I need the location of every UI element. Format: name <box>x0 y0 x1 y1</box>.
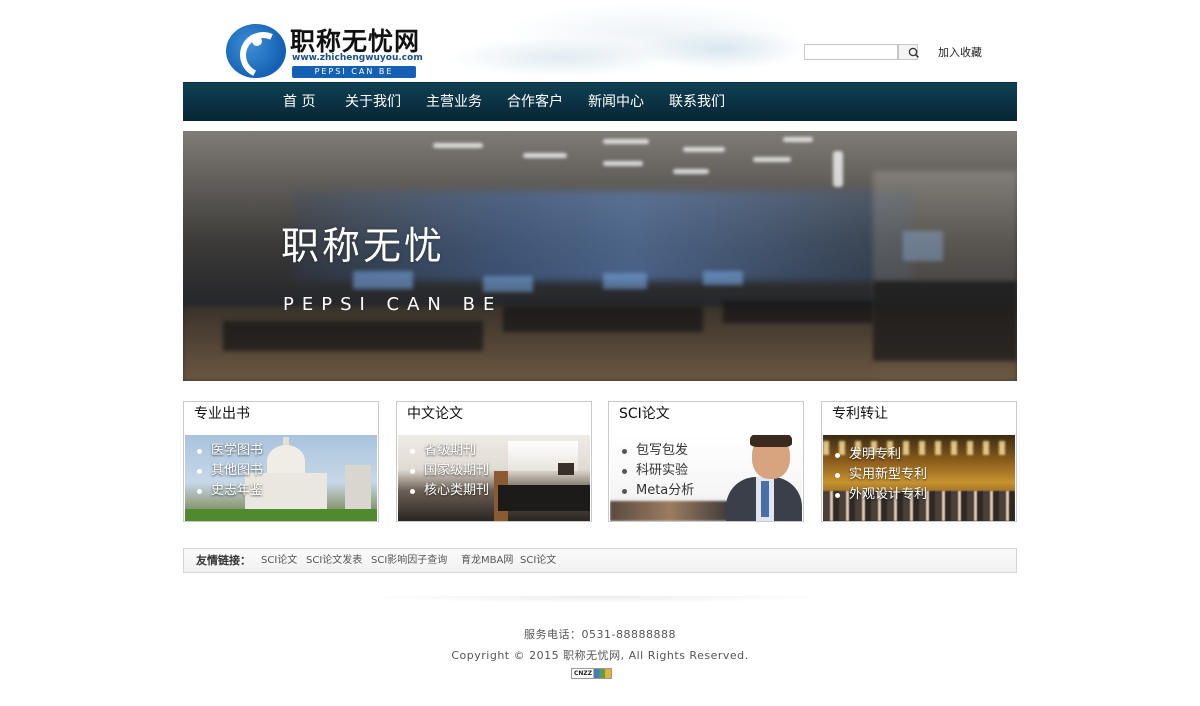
nav-item-about[interactable]: 关于我们 <box>345 83 401 122</box>
service-list-item: 省级期刊 <box>410 441 489 461</box>
cnzz-stats-badge[interactable]: CNZZ <box>571 668 612 679</box>
service-list: 发明专利 实用新型专利 外观设计专利 <box>835 445 927 505</box>
site-logo[interactable]: 职称无忧网 www.zhichengwuyou.com PEPSI CAN BE <box>226 22 423 80</box>
search-button[interactable] <box>898 44 919 60</box>
nav-item-news[interactable]: 新闻中心 <box>588 83 644 122</box>
search-input[interactable] <box>804 44 898 60</box>
friend-link[interactable]: SCI论文发表 <box>306 549 362 572</box>
logo-url: www.zhichengwuyou.com <box>292 53 423 63</box>
service-list-item: 外观设计专利 <box>835 485 927 505</box>
logo-slogan: PEPSI CAN BE <box>292 66 416 78</box>
service-list-item: 其他图书 <box>197 461 263 481</box>
service-list: 医学图书 其他图书 史志年鉴 <box>197 441 263 501</box>
service-list-item: 发明专利 <box>835 445 927 465</box>
main-nav: 首 页 关于我们 主营业务 合作客户 新闻中心 联系我们 <box>183 82 1017 121</box>
footer-phone: 服务电话：0531-88888888 <box>524 628 676 641</box>
service-list-item: 医学图书 <box>197 441 263 461</box>
service-list-item: 国家级期刊 <box>410 461 489 481</box>
friend-links-label: 友情链接： <box>196 554 251 567</box>
banner-title: 职称无忧 <box>281 224 446 268</box>
friend-link[interactable]: 育龙MBA网 <box>461 549 513 572</box>
service-image-businessman: 包写包发 科研实验 Meta分析 <box>610 435 802 521</box>
nav-item-contact[interactable]: 联系我们 <box>669 83 725 122</box>
service-box-chinese-papers[interactable]: 中文论文 省级期刊 国家级期刊 核心类期刊 <box>396 401 592 522</box>
header-mountain-background <box>400 0 860 82</box>
footer-copyright: Copyright © 2015 职称无忧网, All Rights Reser… <box>451 649 749 662</box>
nav-item-clients[interactable]: 合作客户 <box>507 83 563 122</box>
service-box-sci-papers[interactable]: SCI论文 包写包发 科研实验 Meta分析 <box>608 401 804 522</box>
service-image-office: 省级期刊 国家级期刊 核心类期刊 <box>398 435 590 521</box>
service-list: 省级期刊 国家级期刊 核心类期刊 <box>410 441 489 501</box>
friend-link[interactable]: SCI影响因子查询 <box>371 549 447 572</box>
service-image-conference: 发明专利 实用新型专利 外观设计专利 <box>823 435 1015 521</box>
service-image-capitol: 医学图书 其他图书 史志年鉴 <box>185 435 377 521</box>
cnzz-badge-label: CNZZ <box>574 670 593 677</box>
service-list-item: 实用新型专利 <box>835 465 927 485</box>
add-favorite-link[interactable]: 加入收藏 <box>938 44 982 60</box>
search-icon <box>908 47 919 58</box>
service-title: 专业出书 <box>194 406 250 422</box>
service-list-item: Meta分析 <box>622 481 694 501</box>
banner-subtitle: PEPSI CAN BE <box>283 294 503 315</box>
site-header: 职称无忧网 www.zhichengwuyou.com PEPSI CAN BE… <box>0 0 1200 82</box>
friend-link[interactable]: SCI论文 <box>520 549 556 572</box>
service-box-books[interactable]: 专业出书 医学图书 其他图书 史志年鉴 <box>183 401 379 522</box>
friend-links-bar: 友情链接： SCI论文 SCI论文发表 SCI影响因子查询 育龙MBA网 SCI… <box>183 548 1017 573</box>
friend-link[interactable]: SCI论文 <box>261 549 297 572</box>
service-title: 中文论文 <box>407 406 463 422</box>
service-list-item: 核心类期刊 <box>410 481 489 501</box>
footer-divider <box>263 596 931 616</box>
nav-item-business[interactable]: 主营业务 <box>426 83 482 122</box>
nav-item-home[interactable]: 首 页 <box>283 83 315 122</box>
service-box-patents[interactable]: 专利转让 发明专利 实用新型专利 外观设计专利 <box>821 401 1017 522</box>
service-list: 包写包发 科研实验 Meta分析 <box>622 441 694 501</box>
logo-mark-icon <box>226 24 286 78</box>
service-list-item: 科研实验 <box>622 461 694 481</box>
hero-banner[interactable]: 职称无忧 PEPSI CAN BE <box>183 131 1017 381</box>
service-list-item: 史志年鉴 <box>197 481 263 501</box>
service-title: 专利转让 <box>832 406 888 422</box>
service-list-item: 包写包发 <box>622 441 694 461</box>
service-title: SCI论文 <box>619 406 670 422</box>
